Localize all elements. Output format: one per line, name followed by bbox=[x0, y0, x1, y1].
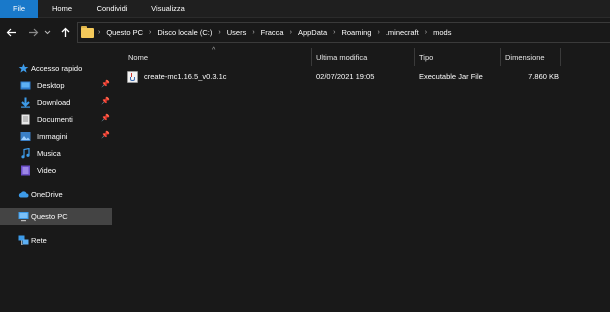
java-jar-icon bbox=[127, 71, 138, 83]
crumb-fracca[interactable]: Fracca bbox=[261, 28, 284, 37]
chevron-right-icon[interactable]: › bbox=[327, 29, 341, 36]
crumb-mods[interactable]: mods bbox=[433, 28, 451, 37]
tab-visualizza[interactable]: Visualizza bbox=[145, 0, 191, 18]
sidebar-item-immagini[interactable]: Immagini 📌 bbox=[0, 128, 112, 145]
sidebar-item-accesso-rapido[interactable]: Accesso rapido bbox=[0, 60, 112, 77]
sidebar-item-rete[interactable]: Rete bbox=[0, 232, 112, 249]
up-button[interactable] bbox=[58, 24, 72, 40]
crumb-appdata[interactable]: AppData bbox=[298, 28, 327, 37]
column-header-tipo[interactable]: Tipo bbox=[415, 48, 501, 66]
arrow-right-icon bbox=[28, 28, 38, 37]
chevron-right-icon[interactable]: › bbox=[246, 29, 260, 36]
column-header-ultima-modifica[interactable]: Ultima modifica bbox=[312, 48, 415, 66]
chevron-right-icon[interactable]: › bbox=[371, 29, 385, 36]
navigation-bar: › Questo PC › Disco locale (C:) › Users … bbox=[0, 18, 610, 48]
sidebar-item-label: Desktop bbox=[37, 81, 65, 90]
pin-icon[interactable]: 📌 bbox=[101, 114, 110, 122]
crumb-users[interactable]: Users bbox=[227, 28, 247, 37]
crumb-minecraft[interactable]: .minecraft bbox=[386, 28, 419, 37]
back-button[interactable] bbox=[4, 24, 18, 40]
navigation-pane: Accesso rapido Desktop 📌 Download 📌 Docu… bbox=[0, 48, 112, 312]
chevron-right-icon[interactable]: › bbox=[212, 29, 226, 36]
sidebar-item-label: Musica bbox=[37, 149, 61, 158]
sidebar-item-label: Immagini bbox=[37, 132, 68, 141]
crumb-roaming[interactable]: Roaming bbox=[341, 28, 371, 37]
desktop-folder-icon bbox=[20, 81, 31, 90]
forward-button[interactable] bbox=[26, 24, 40, 40]
ribbon: File Home Condividi Visualizza bbox=[0, 0, 610, 18]
pin-icon[interactable]: 📌 bbox=[101, 131, 110, 139]
file-name: create-mc1.16.5_v0.3.1c bbox=[144, 72, 227, 81]
file-size: 7.860 KB bbox=[528, 72, 559, 81]
sidebar-item-label: Rete bbox=[31, 236, 47, 245]
recent-locations-button[interactable] bbox=[42, 24, 52, 40]
network-icon bbox=[18, 235, 29, 245]
folder-icon bbox=[81, 26, 94, 38]
sidebar-item-questo-pc[interactable]: Questo PC bbox=[0, 208, 112, 225]
crumb-disco-locale[interactable]: Disco locale (C:) bbox=[157, 28, 212, 37]
column-headers: Nome Ultima modifica Tipo Dimensione bbox=[114, 48, 610, 66]
chevron-right-icon: › bbox=[98, 29, 101, 36]
tab-home[interactable]: Home bbox=[47, 0, 77, 18]
cloud-icon bbox=[18, 191, 29, 198]
file-row[interactable]: create-mc1.16.5_v0.3.1c 02/07/2021 19:05… bbox=[124, 70, 561, 84]
sidebar-item-label: Accesso rapido bbox=[31, 64, 83, 73]
sidebar-item-label: Documenti bbox=[37, 115, 73, 124]
arrow-up-icon bbox=[61, 27, 69, 37]
video-icon bbox=[21, 165, 30, 176]
computer-icon bbox=[18, 212, 29, 222]
breadcrumb: › Questo PC › Disco locale (C:) › Users … bbox=[96, 23, 451, 42]
sidebar-item-documenti[interactable]: Documenti 📌 bbox=[0, 111, 112, 128]
file-list: ^ Nome Ultima modifica Tipo Dimensione c… bbox=[114, 47, 610, 312]
pictures-icon bbox=[20, 132, 31, 141]
sidebar-item-label: OneDrive bbox=[31, 190, 63, 199]
file-type: Executable Jar File bbox=[419, 72, 483, 81]
sidebar-item-label: Download bbox=[37, 98, 71, 107]
file-modified: 02/07/2021 19:05 bbox=[316, 72, 375, 81]
star-icon bbox=[18, 63, 29, 73]
column-header-nome[interactable]: Nome bbox=[124, 48, 312, 66]
pin-icon[interactable]: 📌 bbox=[101, 80, 110, 88]
chevron-right-icon[interactable]: › bbox=[143, 29, 157, 36]
music-note-icon bbox=[21, 148, 30, 159]
sidebar-item-onedrive[interactable]: OneDrive bbox=[0, 186, 112, 203]
sidebar-item-label: Questo PC bbox=[31, 212, 68, 221]
chevron-right-icon[interactable]: › bbox=[419, 29, 433, 36]
arrow-left-icon bbox=[6, 28, 16, 37]
tab-file[interactable]: File bbox=[0, 0, 38, 18]
tab-condividi[interactable]: Condividi bbox=[88, 0, 136, 18]
sidebar-item-desktop[interactable]: Desktop 📌 bbox=[0, 77, 112, 94]
pin-icon[interactable]: 📌 bbox=[101, 97, 110, 105]
address-bar[interactable]: › Questo PC › Disco locale (C:) › Users … bbox=[77, 22, 610, 43]
sidebar-item-label: Video bbox=[37, 166, 57, 175]
sidebar-item-musica[interactable]: Musica bbox=[0, 145, 112, 162]
sidebar-item-download[interactable]: Download 📌 bbox=[0, 94, 112, 111]
download-arrow-icon bbox=[21, 97, 30, 108]
sidebar-item-video[interactable]: Video bbox=[0, 162, 112, 179]
column-header-dimensione[interactable]: Dimensione bbox=[501, 48, 561, 66]
document-icon bbox=[21, 114, 30, 125]
chevron-right-icon[interactable]: › bbox=[284, 29, 298, 36]
chevron-down-icon bbox=[44, 30, 50, 35]
crumb-questo-pc[interactable]: Questo PC bbox=[106, 28, 143, 37]
